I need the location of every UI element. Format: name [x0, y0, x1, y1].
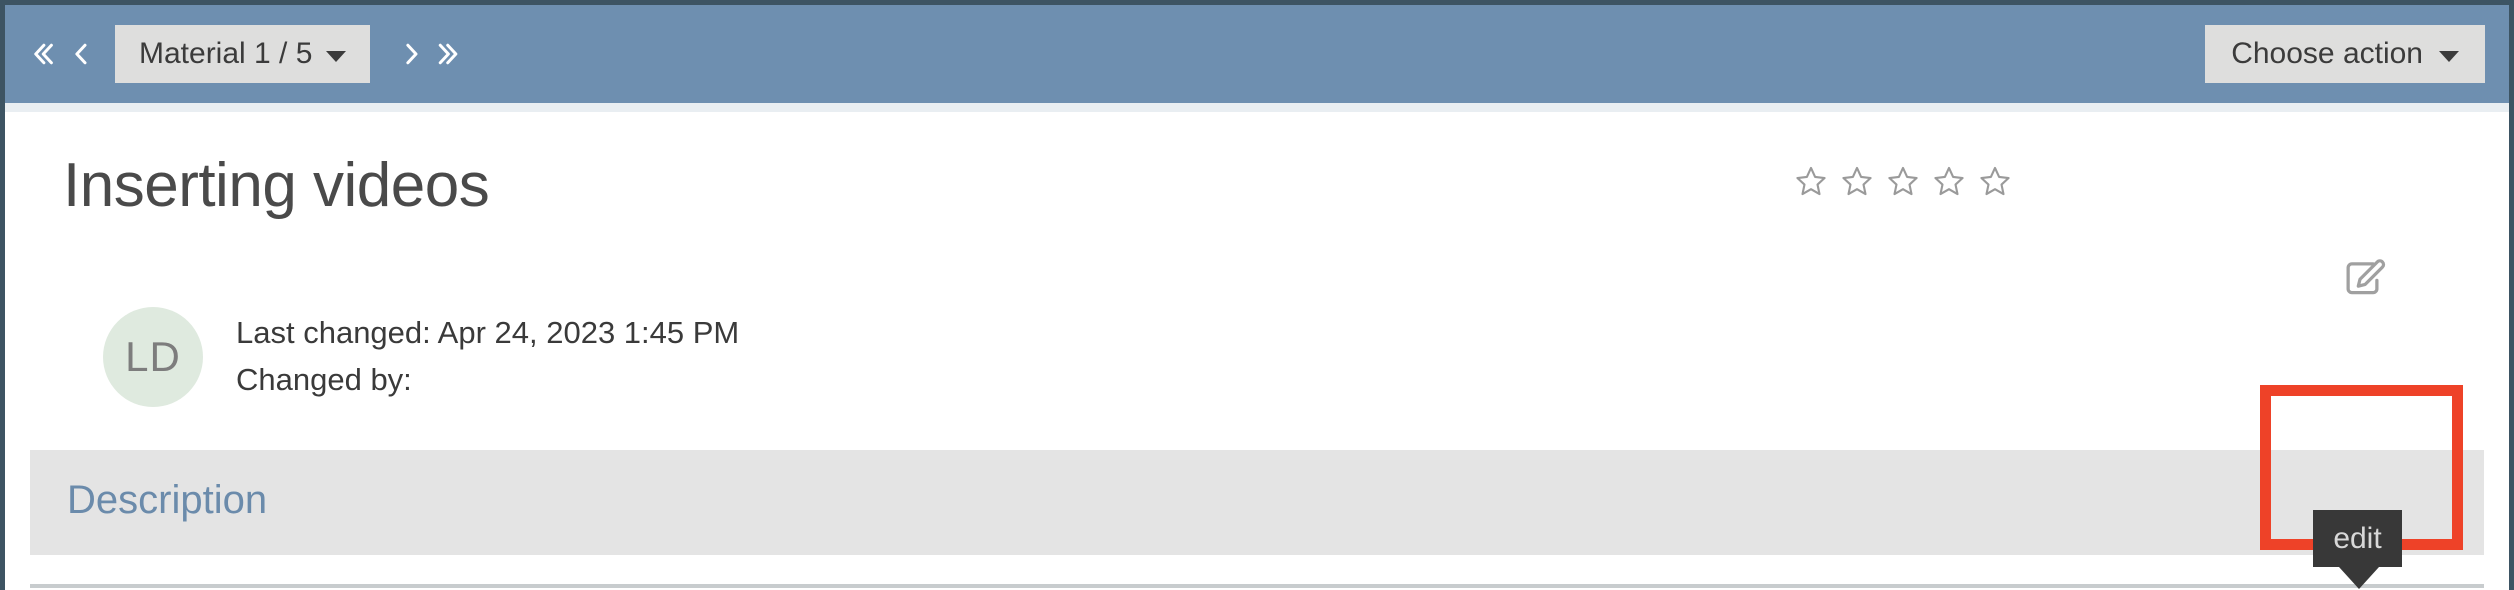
star-rating[interactable]	[1794, 164, 2012, 198]
material-metadata: LD Last changed: Apr 24, 2023 1:45 PM Ch…	[103, 307, 739, 407]
top-toolbar: Material 1 / 5 Choose action	[5, 5, 2509, 103]
page-title: Inserting videos	[63, 151, 490, 220]
toolbar-separator	[5, 103, 2509, 112]
material-navigation-forward	[392, 25, 468, 83]
application-window: Material 1 / 5 Choose action Inserting v…	[0, 0, 2514, 590]
choose-action-dropdown[interactable]: Choose action	[2205, 25, 2485, 83]
chevron-double-right-icon	[434, 39, 464, 69]
description-section-title[interactable]: Description	[67, 480, 267, 520]
first-material-button[interactable]	[23, 25, 61, 83]
star-outline-icon[interactable]	[1840, 164, 1874, 198]
edit-tooltip: edit	[2313, 510, 2402, 567]
changed-by-text: Changed by:	[236, 362, 412, 397]
metadata-lines: Last changed: Apr 24, 2023 1:45 PM Chang…	[236, 314, 739, 400]
previous-material-button[interactable]	[61, 25, 99, 83]
choose-action-label: Choose action	[2231, 37, 2423, 70]
last-material-button[interactable]	[430, 25, 468, 83]
material-navigation	[23, 25, 99, 83]
chevron-double-left-icon	[27, 39, 57, 69]
description-section-band: Description	[30, 450, 2484, 555]
material-selector-label: Material 1 / 5	[139, 37, 313, 70]
material-selector-dropdown[interactable]: Material 1 / 5	[115, 25, 371, 83]
star-outline-icon[interactable]	[1978, 164, 2012, 198]
next-material-button[interactable]	[392, 25, 430, 83]
edit-material-button-top[interactable]	[2342, 257, 2388, 303]
chevron-down-icon	[326, 50, 347, 62]
edit-pencil-square-icon	[2342, 259, 2388, 307]
chevron-left-icon	[65, 39, 95, 69]
chevron-right-icon	[396, 39, 426, 69]
material-content-area: Inserting videos LD Last changed: Apr 24…	[5, 112, 2509, 590]
star-outline-icon[interactable]	[1794, 164, 1828, 198]
star-outline-icon[interactable]	[1932, 164, 1966, 198]
last-changed-text: Last changed: Apr 24, 2023 1:45 PM	[236, 315, 740, 351]
content-bottom-divider	[30, 584, 2484, 588]
chevron-down-icon	[2439, 50, 2459, 62]
avatar: LD	[103, 307, 203, 407]
edit-tooltip-label: edit	[2333, 521, 2382, 555]
star-outline-icon[interactable]	[1886, 164, 1920, 198]
tooltip-arrow	[2339, 567, 2379, 589]
